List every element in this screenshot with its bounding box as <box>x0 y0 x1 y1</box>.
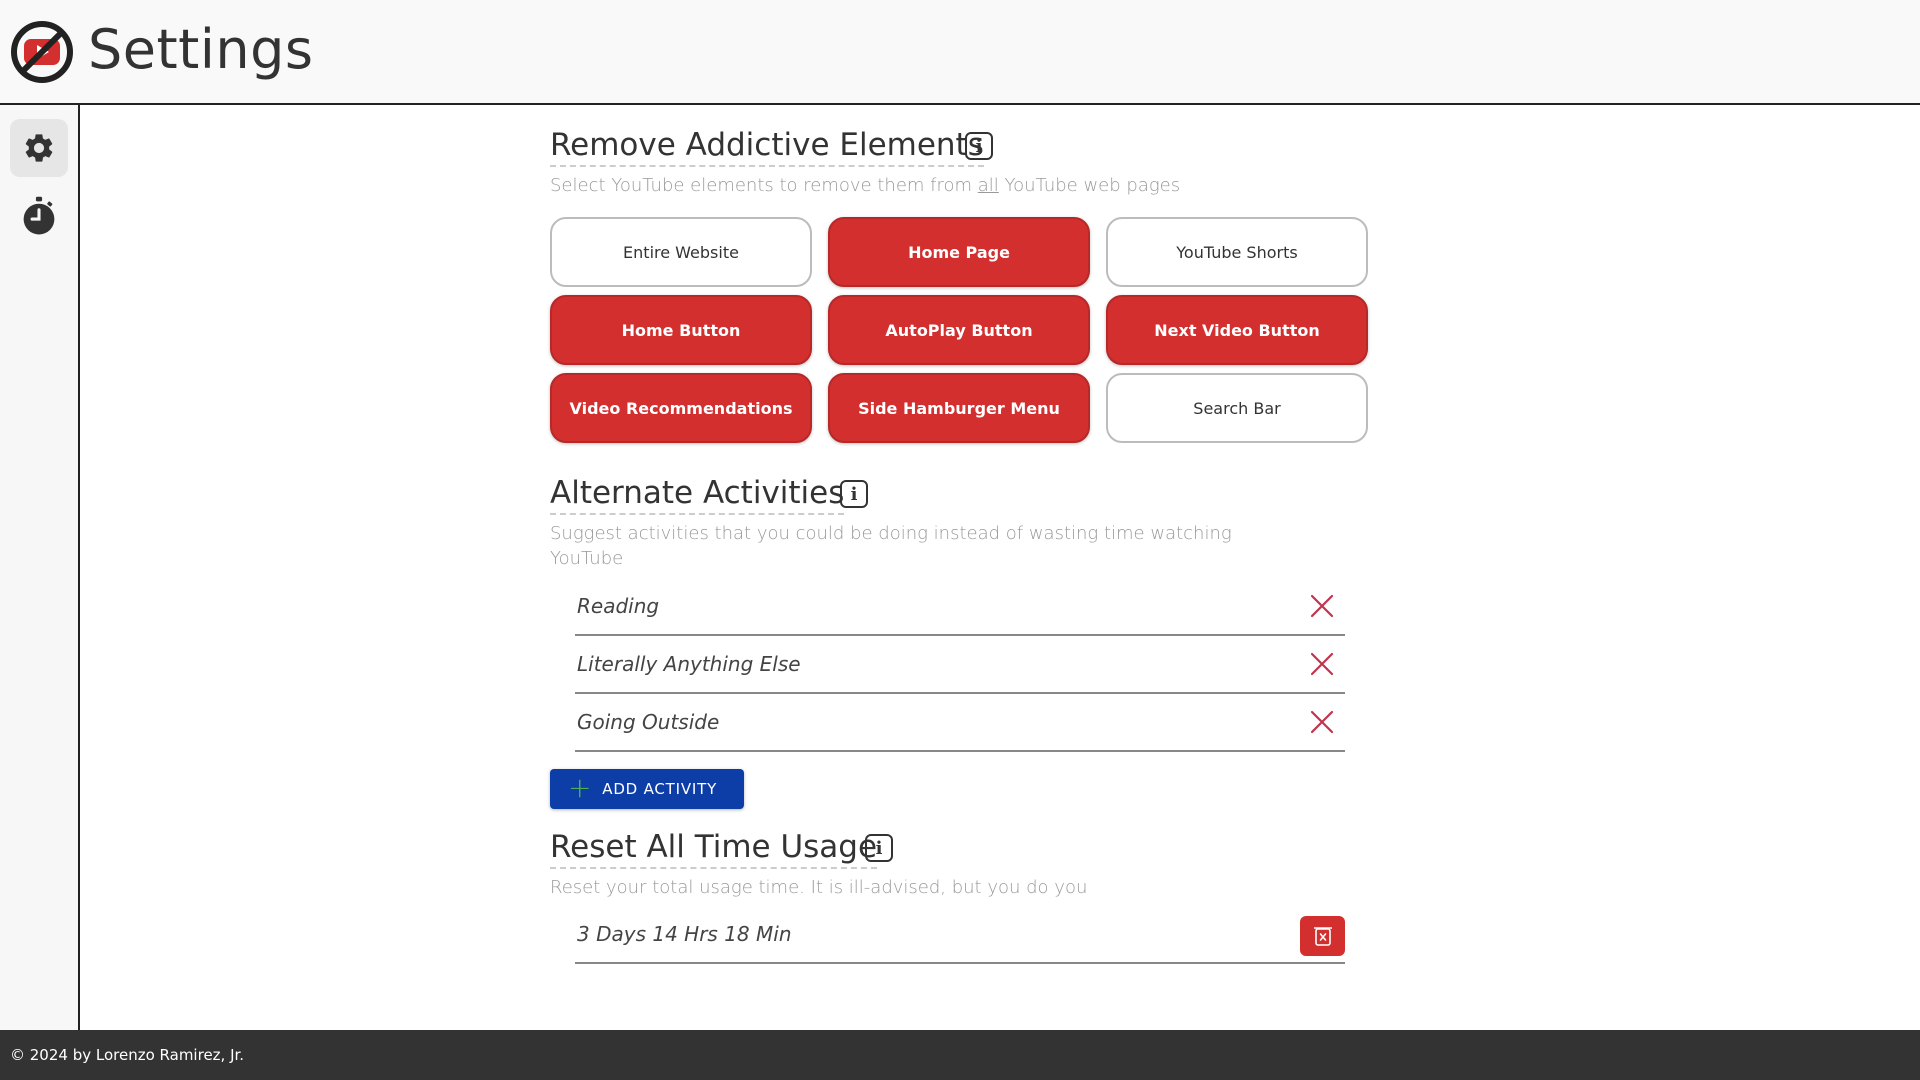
youtube-blocked-logo-icon <box>11 21 73 83</box>
list-item: Reading <box>575 578 1345 636</box>
plus-icon: + <box>568 770 593 804</box>
toggle-search-bar[interactable]: Search Bar <box>1106 373 1368 443</box>
toggle-autoplay-button[interactable]: AutoPlay Button <box>828 295 1090 365</box>
sidebar-item-settings[interactable] <box>10 119 68 177</box>
section-desc-reset-usage: Reset your total usage time. It is ill-a… <box>550 877 1088 898</box>
info-icon[interactable]: i <box>865 834 893 862</box>
section-desc-alternate-activities: Suggest activities that you could be doi… <box>550 523 1232 569</box>
toggle-youtube-shorts[interactable]: YouTube Shorts <box>1106 217 1368 287</box>
toggle-home-button[interactable]: Home Button <box>550 295 812 365</box>
toggle-home-page[interactable]: Home Page <box>828 217 1090 287</box>
activity-text[interactable]: Reading <box>575 594 659 618</box>
toggle-entire-website[interactable]: Entire Website <box>550 217 812 287</box>
info-icon[interactable]: i <box>840 480 868 508</box>
add-activity-button[interactable]: + ADD ACTIVITY <box>550 769 744 809</box>
list-item: Literally Anything Else <box>575 636 1345 694</box>
sidebar-item-timer[interactable] <box>10 187 68 245</box>
section-title-remove-elements: Remove Addictive Elements <box>550 127 984 167</box>
sidebar <box>0 105 80 1030</box>
stopwatch-icon <box>23 196 55 235</box>
close-icon[interactable] <box>1307 591 1337 621</box>
footer-copyright: © 2024 by Lorenzo Ramirez, Jr. <box>10 1046 245 1064</box>
close-icon[interactable] <box>1307 649 1337 679</box>
toggle-next-video-button[interactable]: Next Video Button <box>1106 295 1368 365</box>
header: Settings <box>0 0 1920 105</box>
toggle-video-recommendations[interactable]: Video Recommendations <box>550 373 812 443</box>
close-icon[interactable] <box>1307 707 1337 737</box>
section-desc-remove-elements: Select YouTube elements to remove them f… <box>550 175 1181 196</box>
total-usage-value: 3 Days 14 Hrs 18 Min <box>577 922 792 946</box>
footer: © 2024 by Lorenzo Ramirez, Jr. <box>0 1030 1920 1080</box>
list-item: Going Outside <box>575 694 1345 752</box>
usage-row: 3 Days 14 Hrs 18 Min <box>575 906 1345 964</box>
activity-text[interactable]: Going Outside <box>575 710 719 734</box>
gear-icon <box>25 134 53 162</box>
trash-x-icon <box>1313 927 1332 946</box>
page-title: Settings <box>88 18 314 81</box>
section-title-alternate-activities: Alternate Activities <box>550 475 845 515</box>
reset-usage-button[interactable] <box>1300 916 1345 956</box>
info-icon[interactable]: i <box>965 132 993 160</box>
activity-text[interactable]: Literally Anything Else <box>575 652 801 676</box>
add-activity-label: ADD ACTIVITY <box>602 780 718 798</box>
toggle-side-hamburger-menu[interactable]: Side Hamburger Menu <box>828 373 1090 443</box>
section-title-reset-usage: Reset All Time Usage <box>550 829 878 869</box>
